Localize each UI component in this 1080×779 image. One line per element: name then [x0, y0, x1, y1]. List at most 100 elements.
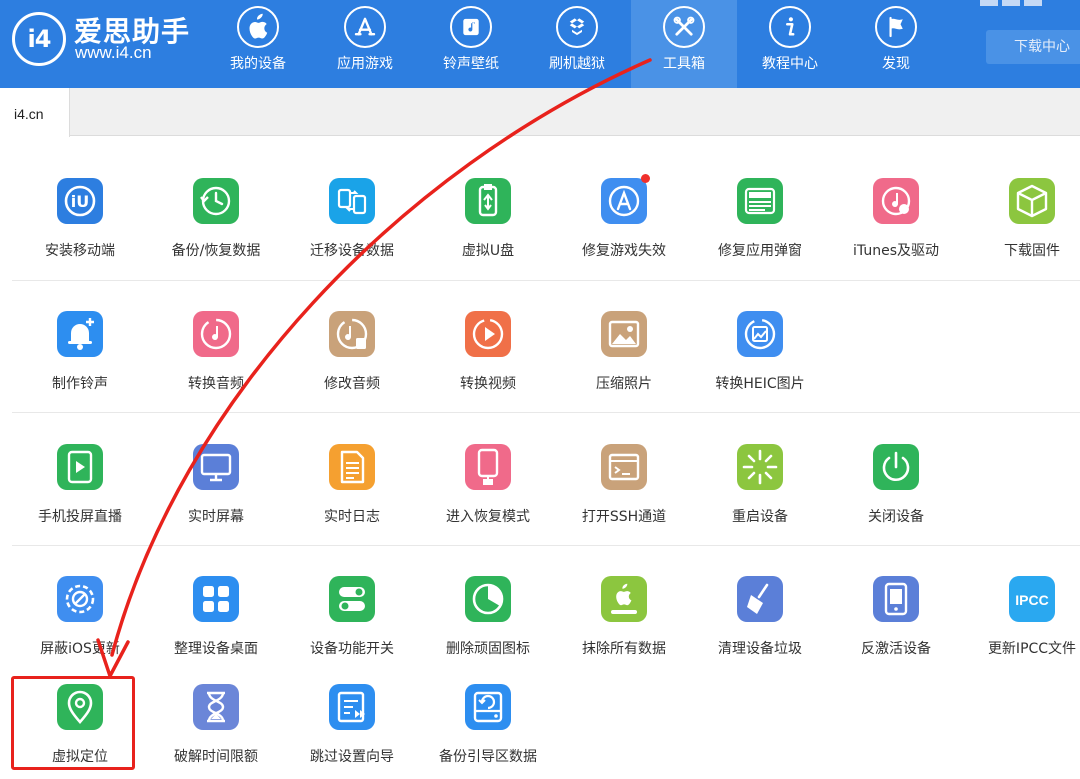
tool-label: 关闭设备 [868, 509, 924, 525]
tool-grid-desktop[interactable]: 整理设备桌面 [148, 576, 284, 686]
tool-disk-backup[interactable]: 备份引导区数据 [420, 684, 556, 779]
tool-label: 实时日志 [324, 509, 380, 525]
nav-toolbox[interactable]: 工具箱 [631, 0, 737, 88]
tool-ssh-terminal[interactable]: 打开SSH通道 [556, 444, 692, 554]
close-button[interactable] [1024, 0, 1042, 6]
tool-label: 修复游戏失效 [582, 243, 666, 259]
tool-label: 备份/恢复数据 [171, 243, 261, 259]
app-store-icon [344, 6, 386, 48]
flag-icon [875, 6, 917, 48]
grid-desktop-icon [193, 576, 239, 622]
bell-icon [57, 311, 103, 357]
tool-photo[interactable]: 压缩照片 [556, 311, 692, 421]
heic-convert-icon [737, 311, 783, 357]
tool-label: 屏蔽iOS更新 [40, 641, 120, 657]
tool-toggle-switch[interactable]: 设备功能开关 [284, 576, 420, 686]
tool-bell[interactable]: 制作铃声 [12, 311, 148, 421]
tool-label: 抹除所有数据 [582, 641, 666, 657]
window-controls [980, 0, 1080, 8]
tool-i4-app[interactable]: iU 安装移动端 [12, 178, 148, 288]
download-center-button[interactable]: 下载中心 [986, 30, 1080, 64]
video-play-icon [465, 311, 511, 357]
tool-label: 手机投屏直播 [38, 509, 122, 525]
highlight-box [11, 676, 135, 770]
tool-backup-restore[interactable]: 备份/恢复数据 [148, 178, 284, 288]
tool-label: 重启设备 [732, 509, 788, 525]
tool-itunes[interactable]: iTunes及驱动 [828, 178, 964, 288]
tool-ipcc[interactable]: IPCC 更新IPCC文件 [964, 576, 1080, 686]
nav-label: 我的设备 [230, 56, 286, 72]
ipcc-icon: IPCC [1009, 576, 1055, 622]
tool-label: 更新IPCC文件 [987, 641, 1077, 657]
tool-restart[interactable]: 重启设备 [692, 444, 828, 554]
nav-ringtones[interactable]: 铃声壁纸 [418, 0, 524, 88]
tool-heic-convert[interactable]: 转换HEIC图片 [692, 311, 828, 421]
apple-icon [237, 6, 279, 48]
tool-music-edit[interactable]: 修改音频 [284, 311, 420, 421]
tool-label: 清理设备垃圾 [718, 641, 802, 657]
recovery-mode-icon [465, 444, 511, 490]
nav-label: 发现 [882, 56, 910, 72]
tool-label: 整理设备桌面 [174, 641, 258, 657]
tools-icon [663, 6, 705, 48]
tool-label: 虚拟U盘 [461, 243, 515, 259]
tool-apple-id[interactable]: 修复应用弹窗 [692, 178, 828, 288]
log-document-icon [329, 444, 375, 490]
tool-music-convert[interactable]: 转换音频 [148, 311, 284, 421]
tool-label: 实时屏幕 [188, 509, 244, 525]
power-icon [873, 444, 919, 490]
tool-firmware-box[interactable]: 下载固件 [964, 178, 1080, 288]
app-logo: i4 爱思助手 www.i4.cn [12, 10, 189, 70]
ipcc-icon-text: IPCC [1015, 592, 1048, 608]
ssh-terminal-icon [601, 444, 647, 490]
tool-erase-apple[interactable]: 抹除所有数据 [556, 576, 692, 686]
apple-id-icon [737, 178, 783, 224]
toggle-switch-icon [329, 576, 375, 622]
tool-video-play[interactable]: 转换视频 [420, 311, 556, 421]
nav-label: 应用游戏 [337, 56, 393, 72]
tool-label: 备份引导区数据 [439, 749, 537, 765]
tool-pie-delete[interactable]: 删除顽固图标 [420, 576, 556, 686]
nav-apps-games[interactable]: 应用游戏 [312, 0, 418, 88]
tool-deactivate-device[interactable]: 反激活设备 [828, 576, 964, 686]
tool-screen-cast[interactable]: 手机投屏直播 [12, 444, 148, 554]
nav-tutorials[interactable]: 教程中心 [737, 0, 843, 88]
restart-icon [737, 444, 783, 490]
nav-my-device[interactable]: 我的设备 [205, 0, 311, 88]
tool-label: 跳过设置向导 [310, 749, 394, 765]
nav-flash-jailbreak[interactable]: 刷机越狱 [524, 0, 630, 88]
notification-dot [641, 174, 650, 183]
tool-label: 删除顽固图标 [446, 641, 530, 657]
tool-block-update[interactable]: 屏蔽iOS更新 [12, 576, 148, 686]
tool-skip-guide[interactable]: 跳过设置向导 [284, 684, 420, 779]
skip-guide-icon [329, 684, 375, 730]
tool-label: 修复应用弹窗 [718, 243, 802, 259]
screen-cast-icon [57, 444, 103, 490]
tool-recovery-mode[interactable]: 进入恢复模式 [420, 444, 556, 554]
info-icon [769, 6, 811, 48]
tool-app-store-repair[interactable]: 修复游戏失效 [556, 174, 692, 288]
pie-delete-icon [465, 576, 511, 622]
maximize-button[interactable] [1002, 0, 1020, 6]
tool-usb-drive[interactable]: 虚拟U盘 [420, 178, 556, 288]
tab-i4cn[interactable]: i4.cn [0, 88, 70, 137]
tool-label: 下载固件 [1004, 243, 1060, 259]
hourglass-icon [193, 684, 239, 730]
tool-label: 迁移设备数据 [310, 243, 394, 259]
tool-label: 修改音频 [324, 376, 380, 392]
ringtone-wallpaper-icon [450, 6, 492, 48]
dropbox-box-icon [556, 6, 598, 48]
tool-power[interactable]: 关闭设备 [828, 444, 964, 554]
top-header: i4 爱思助手 www.i4.cn 我的设备 应用游戏 铃声壁纸 刷机越狱 工具… [0, 0, 1080, 88]
nav-discover[interactable]: 发现 [843, 0, 949, 88]
tool-log-document[interactable]: 实时日志 [284, 444, 420, 554]
disk-backup-icon [465, 684, 511, 730]
tool-broom-clean[interactable]: 清理设备垃圾 [692, 576, 828, 686]
tool-monitor[interactable]: 实时屏幕 [148, 444, 284, 554]
tool-migrate-data[interactable]: 迁移设备数据 [284, 178, 420, 288]
tool-hourglass[interactable]: 破解时间限额 [148, 684, 284, 779]
music-convert-icon [193, 311, 239, 357]
nav-label: 教程中心 [762, 56, 818, 72]
minimize-button[interactable] [980, 0, 998, 6]
tab-bar: i4.cn [0, 88, 1080, 137]
